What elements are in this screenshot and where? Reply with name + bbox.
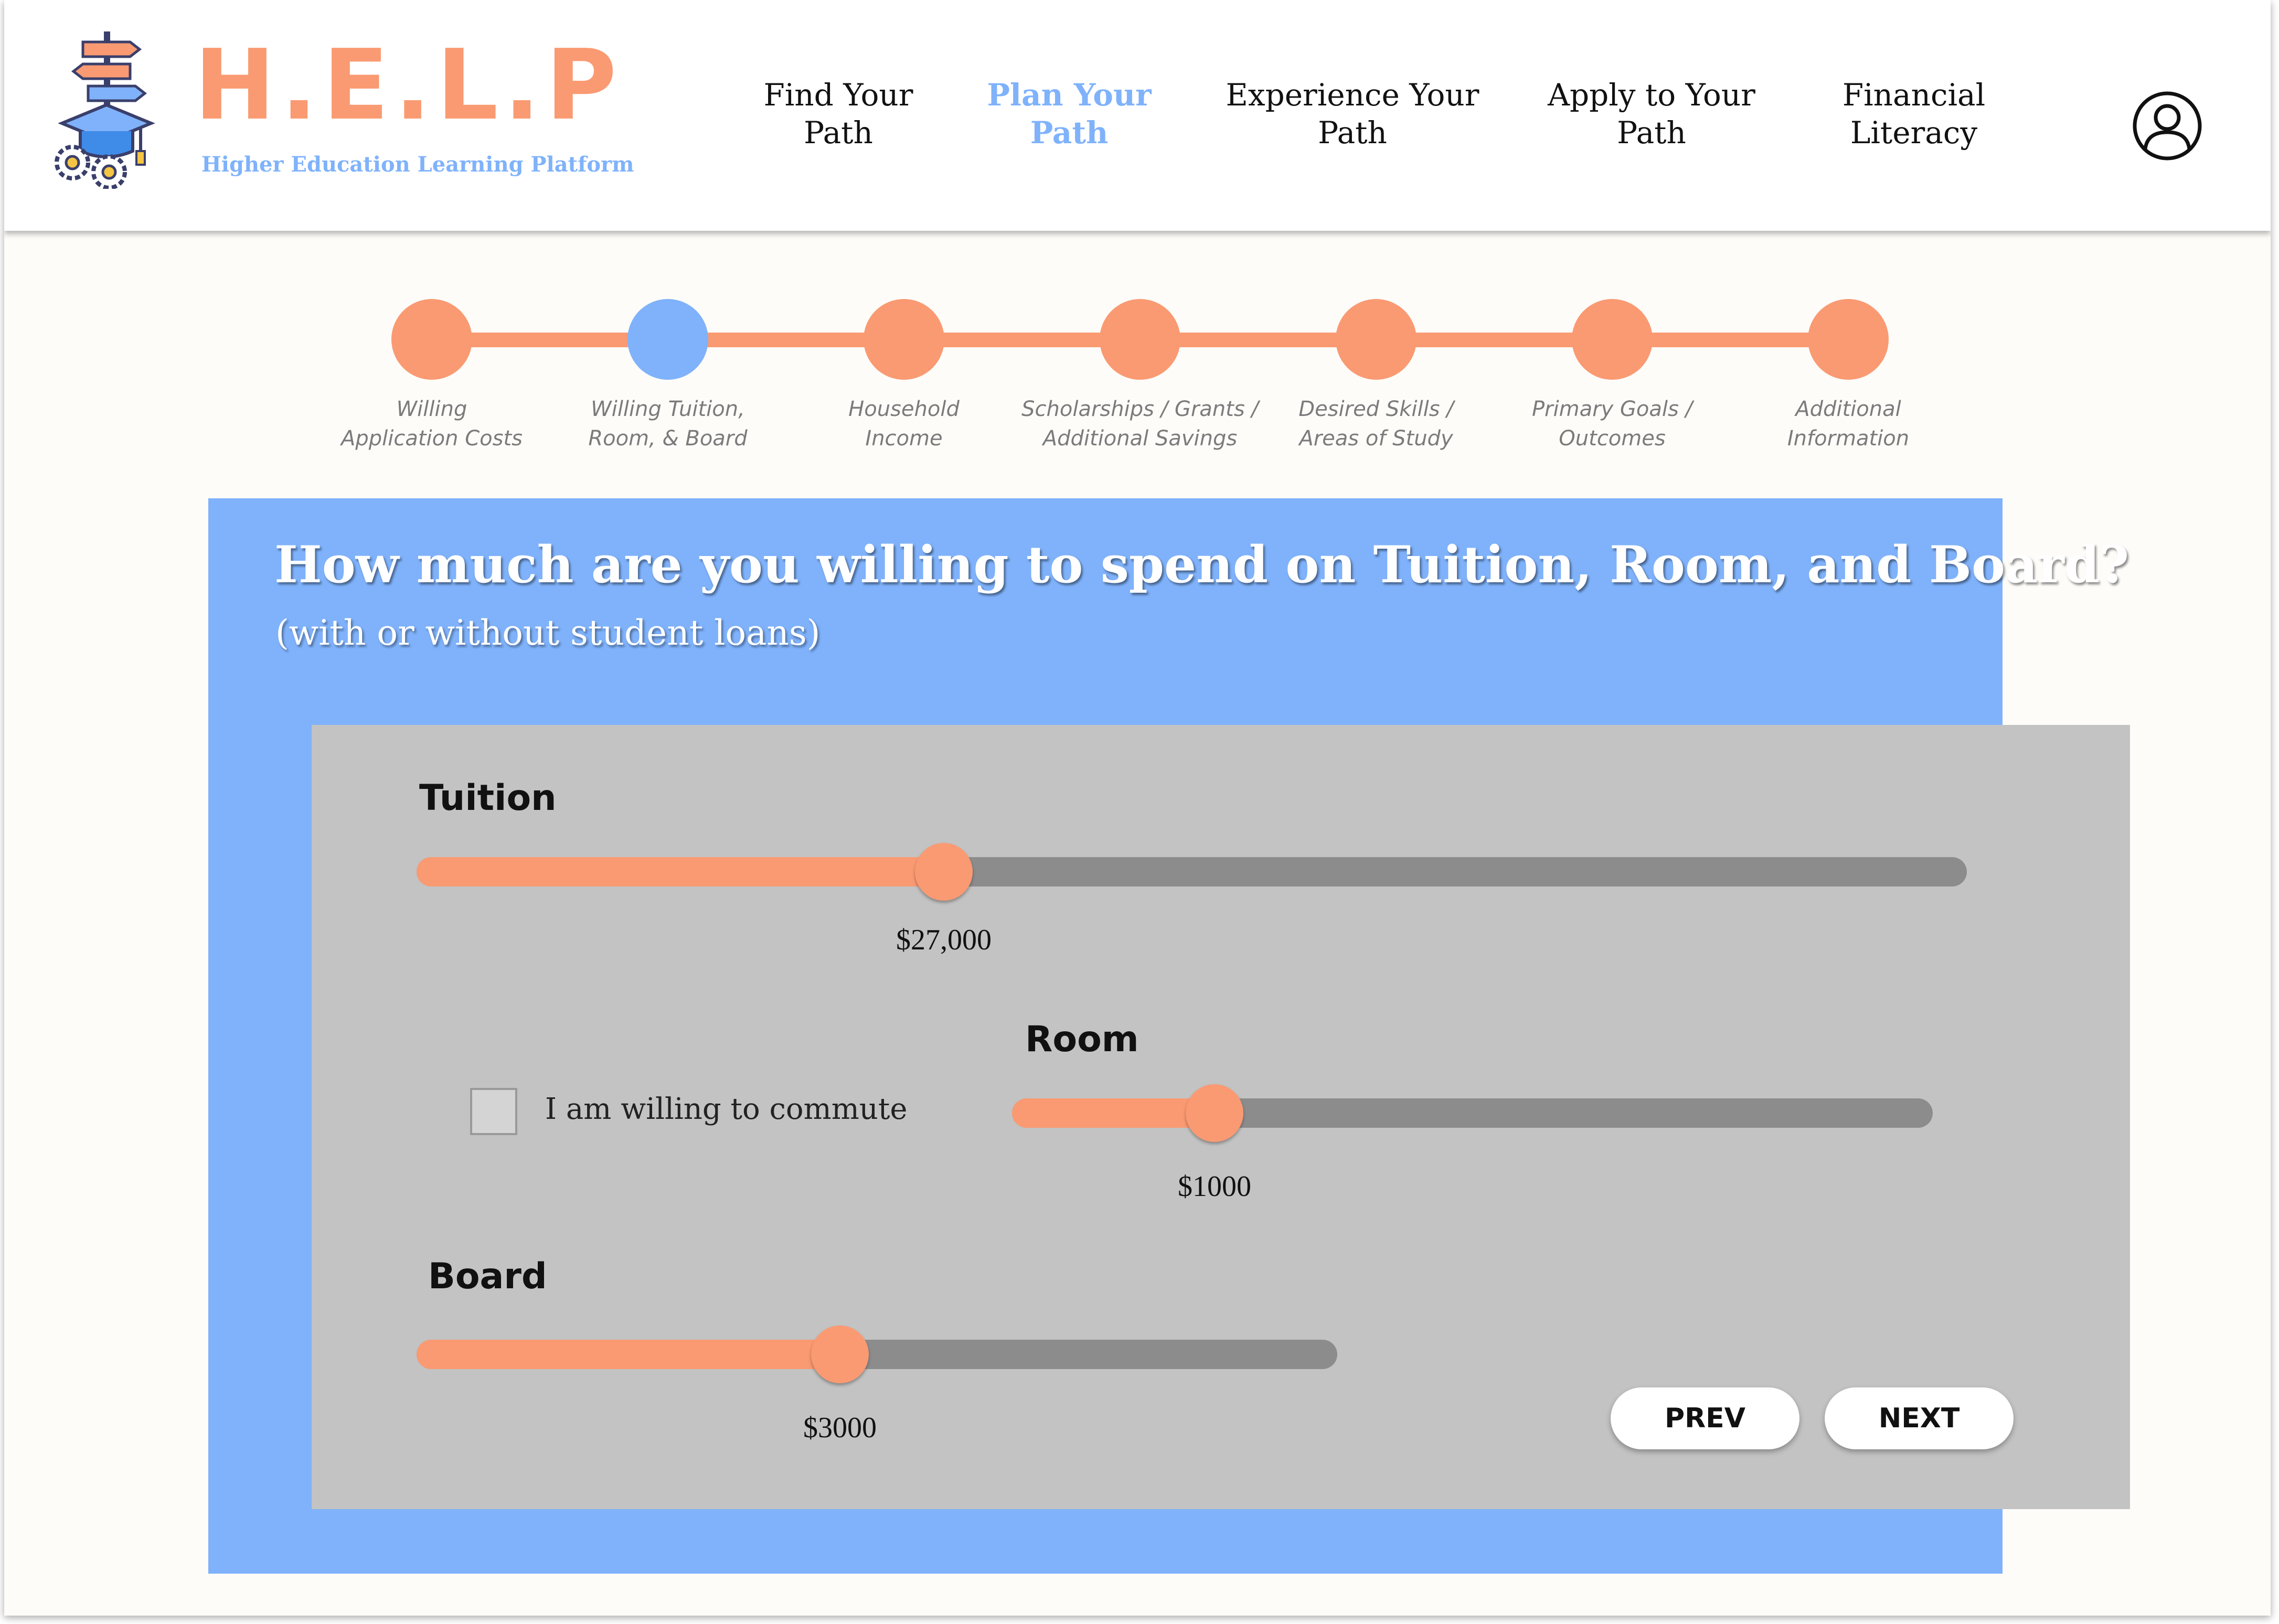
nav-financial-literacy[interactable]: Financial Literacy (1798, 76, 2029, 152)
step-primary-goals-outcomes[interactable]: Primary Goals / Outcomes (1486, 283, 1738, 453)
prev-button[interactable]: PREV (1611, 1387, 1799, 1449)
nav-apply-to-your-path[interactable]: Apply to Your Path (1526, 76, 1777, 152)
nav-find-your-path[interactable]: Find Your Path (723, 76, 954, 152)
step-label: Scholarships / Grants / Additional Saving… (1021, 397, 1259, 451)
nav-experience-your-path[interactable]: Experience Your Path (1206, 76, 1499, 152)
user-profile-icon[interactable] (2132, 90, 2203, 162)
slider-thumb[interactable] (1186, 1084, 1243, 1142)
step-dot[interactable] (864, 299, 944, 380)
board-value: $3000 (803, 1412, 877, 1444)
nav-label-line1: Find Your (763, 77, 913, 113)
board-slider[interactable] (417, 1326, 1337, 1383)
room-label: Room (1025, 1019, 1139, 1060)
slider-thumb[interactable] (811, 1326, 869, 1383)
slider-fill (417, 857, 944, 886)
app-window: H.E.L.P Higher Education Learning Platfo… (4, 0, 2271, 1616)
progress-stepper: Willing Application Costs Willing Tuition… (4, 283, 2271, 462)
nav-label-line1: Apply to Your (1548, 77, 1755, 113)
next-button[interactable]: NEXT (1825, 1387, 2014, 1449)
nav-plan-your-path[interactable]: Plan Your Path (954, 76, 1185, 152)
tuition-label: Tuition (419, 777, 557, 819)
brand-subtitle: Higher Education Learning Platform (201, 152, 634, 177)
step-willing-application-costs[interactable]: Willing Application Costs (306, 283, 558, 453)
step-label: Additional Information (1787, 397, 1910, 451)
step-dot[interactable] (1100, 299, 1180, 380)
brand-title: H.E.L.P (194, 28, 622, 142)
step-household-income[interactable]: Household Income (778, 283, 1030, 453)
nav-label-line2: Path (1030, 115, 1109, 151)
question-title: How much are you willing to spend on Tui… (274, 535, 2129, 594)
step-dot[interactable] (1572, 299, 1653, 380)
room-slider[interactable] (1012, 1084, 1933, 1142)
step-willing-tuition-room-board[interactable]: Willing Tuition, Room, & Board (542, 283, 794, 453)
slider-fill (1012, 1098, 1215, 1128)
commute-checkbox[interactable] (470, 1088, 517, 1135)
nav-label-line2: Path (1617, 115, 1686, 151)
nav-label-line2: Path (1318, 115, 1387, 151)
step-scholarships-grants-savings[interactable]: Scholarships / Grants / Additional Saving… (1014, 283, 1266, 453)
step-dot[interactable] (1336, 299, 1417, 380)
nav-label-line1: Financial (1842, 77, 1986, 113)
question-subtitle: (with or without student loans) (275, 613, 821, 653)
board-label: Board (428, 1256, 547, 1297)
slider-fill (417, 1340, 840, 1369)
logo-icon (51, 31, 162, 190)
nav-label-line2: Path (804, 115, 873, 151)
step-label: Willing Tuition, Room, & Board (588, 397, 748, 451)
nav-label-line1: Plan Your (987, 77, 1152, 113)
step-label: Willing Application Costs (341, 397, 523, 451)
nav-label-line2: Literacy (1850, 115, 1978, 151)
step-dot[interactable] (391, 299, 472, 380)
step-label: Desired Skills / Areas of Study (1298, 397, 1454, 451)
tuition-slider[interactable] (417, 843, 1967, 901)
top-header: H.E.L.P Higher Education Learning Platfo… (4, 0, 2271, 231)
room-value: $1000 (1178, 1170, 1251, 1203)
commute-checkbox-label: I am willing to commute (545, 1092, 908, 1126)
step-desired-skills-areas-of-study[interactable]: Desired Skills / Areas of Study (1250, 283, 1502, 453)
tuition-value: $27,000 (896, 924, 992, 956)
step-additional-information[interactable]: Additional Information (1722, 283, 1974, 453)
slider-thumb[interactable] (915, 843, 973, 901)
step-dot-current[interactable] (627, 299, 708, 380)
step-dot[interactable] (1808, 299, 1889, 380)
step-label: Primary Goals / Outcomes (1531, 397, 1693, 451)
step-label: Household Income (848, 397, 960, 451)
nav-label-line1: Experience Your (1226, 77, 1479, 113)
